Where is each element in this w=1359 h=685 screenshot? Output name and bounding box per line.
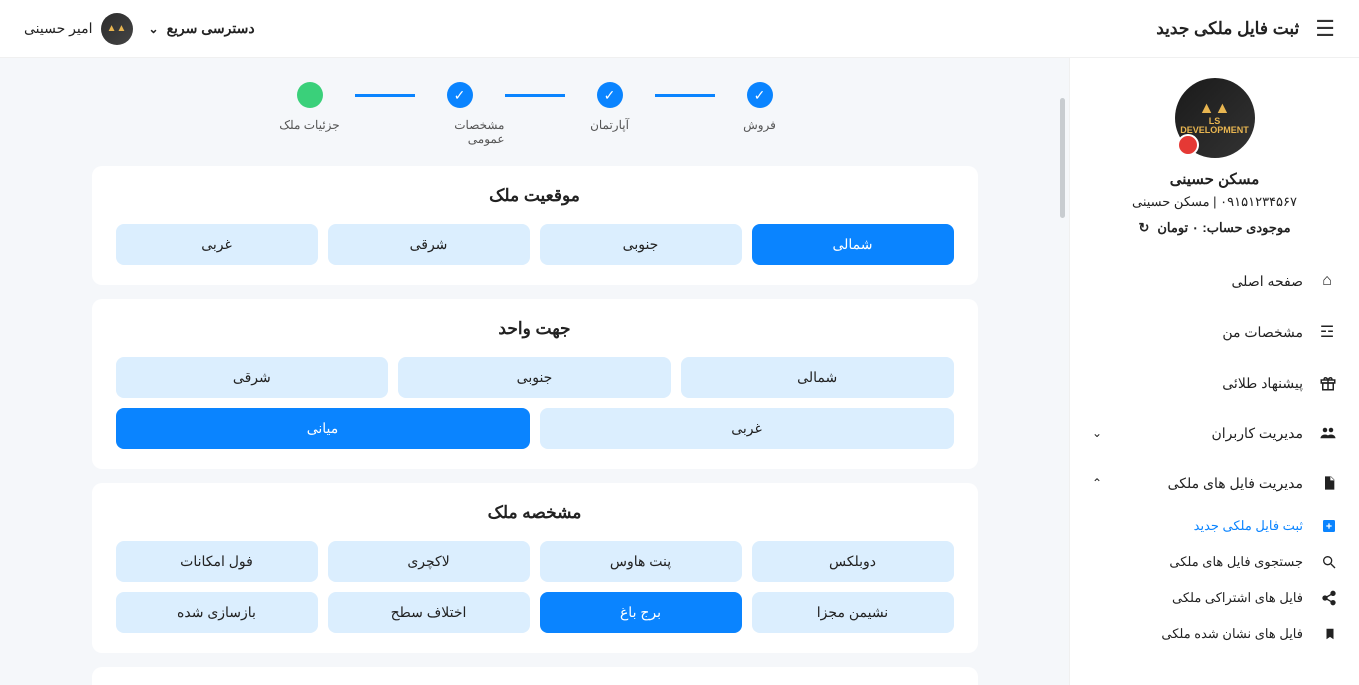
file-icon — [1317, 474, 1337, 492]
search-icon — [1317, 554, 1337, 570]
sidebar: ▲▲LS DEVELOPMENT مسکن حسینی ۰۹۱۵۱۲۳۴۵۶۷ … — [1069, 58, 1359, 685]
main-content: ✓ فروش ✓ آپارتمان ✓ مشخصات عمومی جزئیات … — [0, 58, 1069, 685]
chip-south[interactable]: جنوبی — [540, 224, 742, 265]
step-1[interactable]: ✓ فروش — [715, 82, 805, 132]
balance-label: موجودی حساب: ۰ تومان — [1157, 220, 1290, 236]
chip-level-diff[interactable]: اختلاف سطح — [328, 592, 530, 633]
nav-home[interactable]: ⌂ صفحه اصلی — [1070, 256, 1359, 306]
share-icon — [1317, 590, 1337, 606]
chip-duplex[interactable]: دوبلکس — [752, 541, 954, 582]
chevron-down-icon: ⌄ — [1092, 426, 1102, 440]
chip-north[interactable]: شمالی — [752, 224, 954, 265]
balance-row: موجودی حساب: ۰ تومان ↻ — [1090, 220, 1339, 236]
nav-label: مشخصات من — [1222, 324, 1303, 341]
chip-penthouse[interactable]: پنت هاوس — [540, 541, 742, 582]
nav-sub-shared[interactable]: فایل های اشتراکی ملکی — [1070, 580, 1359, 616]
agency-phone: ۰۹۱۵۱۲۳۴۵۶۷ | مسکن حسینی — [1090, 194, 1339, 210]
check-icon: ✓ — [447, 82, 473, 108]
chip-east[interactable]: شرقی — [116, 357, 389, 398]
step-label: فروش — [743, 118, 776, 132]
header: ☰ ثبت فایل ملکی جدید دسترسی سریع ⌄ ▲▲ ام… — [0, 0, 1359, 58]
users-icon — [1317, 424, 1337, 442]
chevron-up-icon: ⌃ — [1092, 476, 1102, 490]
card-title: جهت واحد — [116, 319, 954, 339]
agency-name: مسکن حسینی — [1090, 170, 1339, 188]
card-facade: نمای ساختمان — [92, 667, 978, 685]
nav-sub-marked[interactable]: فایل های نشان شده ملکی — [1070, 616, 1359, 652]
nav-label: صفحه اصلی — [1232, 273, 1303, 290]
nav-users[interactable]: مدیریت کاربران ⌄ — [1070, 408, 1359, 458]
chip-luxury[interactable]: لاکچری — [328, 541, 530, 582]
nav-label: پیشنهاد طلائی — [1222, 375, 1303, 392]
chip-west[interactable]: غربی — [540, 408, 954, 449]
nav-sub-label: ثبت فایل ملکی جدید — [1194, 518, 1303, 534]
nav-profile[interactable]: ☲ مشخصات من — [1070, 306, 1359, 358]
step-4[interactable]: جزئیات ملک — [265, 82, 355, 132]
nav-golden[interactable]: پیشنهاد طلائی — [1070, 358, 1359, 408]
chip-renovated[interactable]: بازسازی شده — [116, 592, 318, 633]
refresh-icon[interactable]: ↻ — [1138, 220, 1149, 236]
user-chip[interactable]: ▲▲ امیر حسینی — [24, 13, 133, 45]
step-label: مشخصات عمومی — [415, 118, 505, 146]
chevron-down-icon: ⌄ — [149, 22, 159, 36]
add-box-icon — [1317, 518, 1337, 534]
header-right: ☰ ثبت فایل ملکی جدید — [1156, 16, 1335, 42]
page-title: ثبت فایل ملکی جدید — [1156, 19, 1299, 39]
check-icon: ✓ — [597, 82, 623, 108]
step-connector — [505, 94, 565, 97]
step-connector — [655, 94, 715, 97]
nav-label: مدیریت فایل های ملکی — [1168, 475, 1303, 492]
chip-west[interactable]: غربی — [116, 224, 318, 265]
step-2[interactable]: ✓ آپارتمان — [565, 82, 655, 132]
nav-sub-new-file[interactable]: ثبت فایل ملکی جدید — [1070, 508, 1359, 544]
nav-files[interactable]: مدیریت فایل های ملکی ⌃ — [1070, 458, 1359, 508]
step-connector — [355, 94, 415, 97]
chip-middle[interactable]: میانی — [116, 408, 530, 449]
quick-access-dropdown[interactable]: دسترسی سریع ⌄ — [149, 20, 255, 37]
chip-north[interactable]: شمالی — [681, 357, 954, 398]
menu-icon[interactable]: ☰ — [1315, 16, 1335, 42]
check-icon: ✓ — [747, 82, 773, 108]
chip-south[interactable]: جنوبی — [398, 357, 671, 398]
card-location: موقعیت ملک شمالی جنوبی شرقی غربی — [92, 166, 978, 285]
card-title: مشخصه ملک — [116, 503, 954, 523]
chip-separate-living[interactable]: نشیمن مجزا — [752, 592, 954, 633]
step-label: جزئیات ملک — [279, 118, 339, 132]
step-label: آپارتمان — [590, 118, 629, 132]
card-title: موقعیت ملک — [116, 186, 954, 206]
nav-sub-label: فایل های اشتراکی ملکی — [1172, 590, 1303, 606]
bookmark-icon — [1317, 626, 1337, 642]
list-icon: ☲ — [1317, 322, 1337, 342]
agency-avatar: ▲▲LS DEVELOPMENT — [1175, 78, 1255, 158]
nav-sub-search[interactable]: جستجوی فایل های ملکی — [1070, 544, 1359, 580]
chip-garden-tower[interactable]: برج باغ — [540, 592, 742, 633]
nav-label: مدیریت کاربران — [1212, 425, 1304, 442]
stepper: ✓ فروش ✓ آپارتمان ✓ مشخصات عمومی جزئیات … — [18, 82, 1051, 146]
quick-access-label: دسترسی سریع — [167, 20, 255, 37]
nav-sub-label: جستجوی فایل های ملکی — [1169, 554, 1303, 570]
gift-icon — [1317, 374, 1337, 392]
chip-full-amenities[interactable]: فول امکانات — [116, 541, 318, 582]
header-left: دسترسی سریع ⌄ ▲▲ امیر حسینی — [24, 13, 255, 45]
nav-sub-label: فایل های نشان شده ملکی — [1161, 626, 1303, 642]
current-step-icon — [297, 82, 323, 108]
scrollbar[interactable] — [1060, 98, 1065, 218]
card-unit-direction: جهت واحد شمالی جنوبی شرقی غربی میانی — [92, 299, 978, 469]
avatar: ▲▲ — [101, 13, 133, 45]
step-3[interactable]: ✓ مشخصات عمومی — [415, 82, 505, 146]
user-name: امیر حسینی — [24, 20, 93, 37]
card-features: مشخصه ملک دوبلکس پنت هاوس لاکچری فول امک… — [92, 483, 978, 653]
profile-card: ▲▲LS DEVELOPMENT مسکن حسینی ۰۹۱۵۱۲۳۴۵۶۷ … — [1070, 68, 1359, 256]
chip-east[interactable]: شرقی — [328, 224, 530, 265]
home-icon: ⌂ — [1317, 272, 1337, 290]
